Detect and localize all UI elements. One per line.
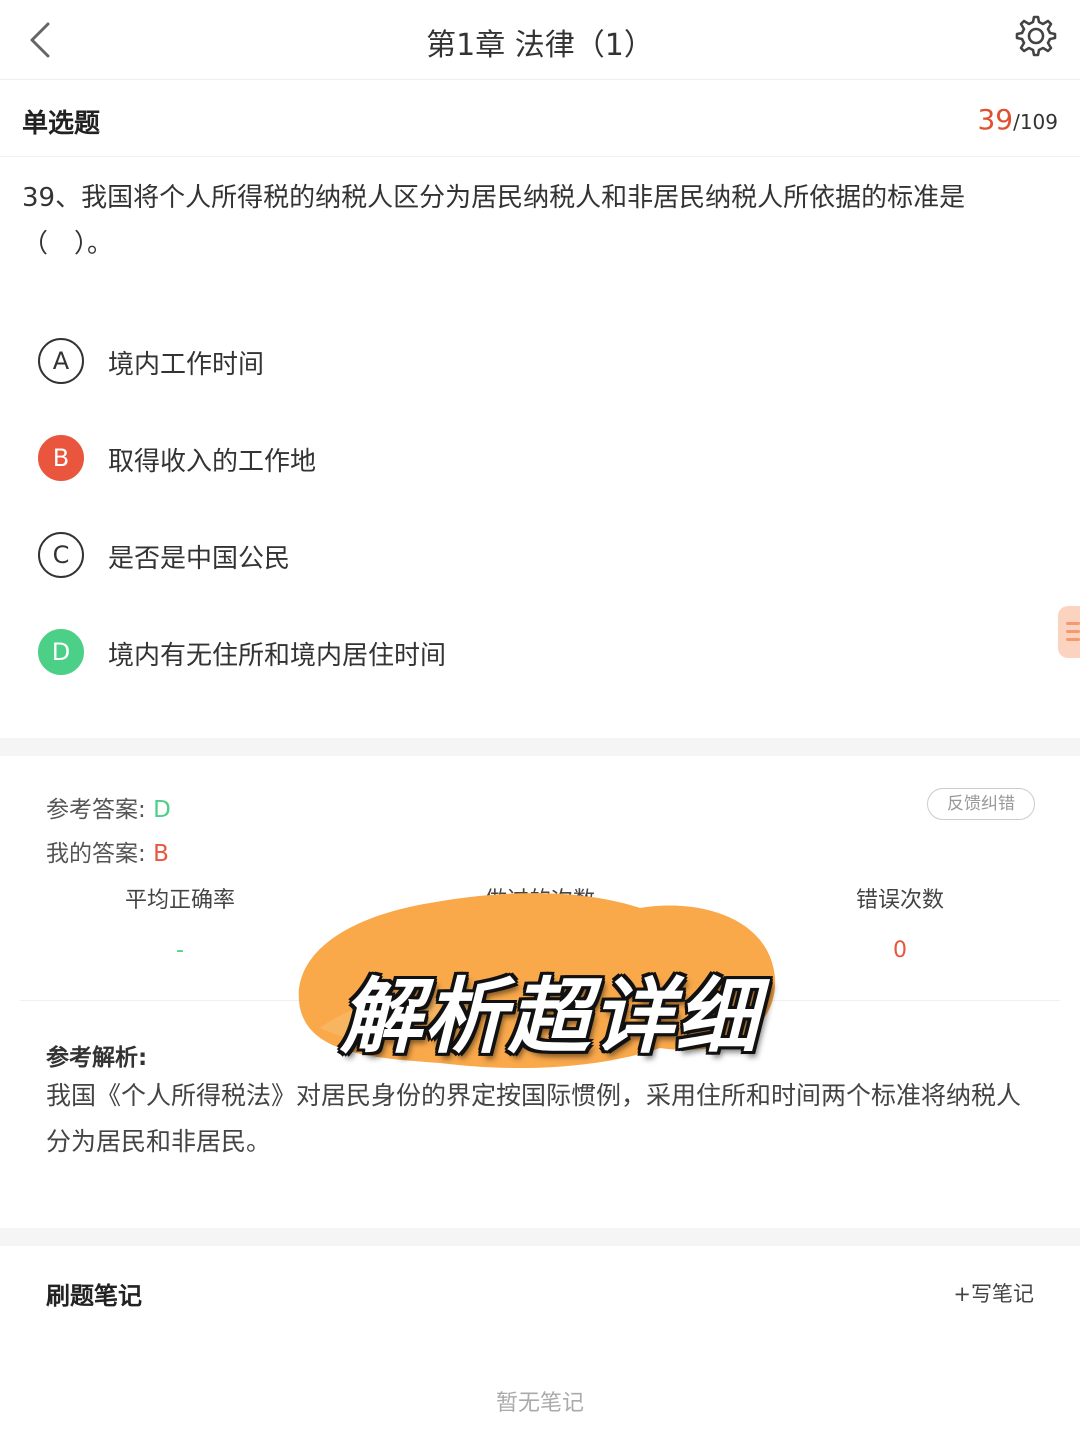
option-text: 是否是中国公民 bbox=[108, 544, 291, 574]
option-letter: D bbox=[38, 629, 84, 675]
avg-accuracy-label: 平均正确率 bbox=[124, 888, 235, 913]
page-title: 第1章 法律（1） bbox=[426, 28, 654, 63]
option-letter: C bbox=[38, 532, 84, 578]
avg-accuracy-value: - bbox=[176, 938, 184, 963]
progress-total: /109 bbox=[1013, 110, 1058, 134]
question-text: 39、我国将个人所得税的纳税人区分为居民纳税人和非居民纳税人所依据的标准是（ ）… bbox=[22, 183, 966, 259]
my-answer-label: 我的答案: bbox=[46, 841, 146, 867]
notes-title: 刷题笔记 bbox=[46, 1282, 142, 1310]
error-count-label: 错误次数 bbox=[855, 888, 944, 913]
feedback-button[interactable]: 反馈纠错 bbox=[927, 788, 1035, 820]
option-letter: A bbox=[38, 338, 84, 384]
list-icon-line bbox=[1066, 638, 1080, 641]
option-c[interactable]: C 是否是中国公民 bbox=[38, 532, 938, 580]
question-progress: 39/109 bbox=[977, 103, 1058, 136]
option-b[interactable]: B 取得收入的工作地 bbox=[38, 435, 938, 483]
section-gap bbox=[0, 1228, 1080, 1246]
write-note-button[interactable]: +写笔记 bbox=[953, 1278, 1034, 1308]
option-text: 境内有无住所和境内居住时间 bbox=[108, 641, 447, 671]
option-letter: B bbox=[38, 435, 84, 481]
list-icon bbox=[1066, 622, 1080, 625]
option-text: 境内工作时间 bbox=[108, 350, 265, 380]
option-a[interactable]: A 境内工作时间 bbox=[38, 338, 938, 386]
option-d[interactable]: D 境内有无住所和境内居住时间 bbox=[38, 629, 938, 677]
question-type-row: 单选题 39/109 bbox=[0, 81, 1080, 157]
reference-answer-label: 参考答案: bbox=[46, 797, 146, 823]
top-bar: 第1章 法律（1） bbox=[0, 0, 1080, 80]
progress-current: 39 bbox=[977, 103, 1014, 136]
side-list-tab[interactable] bbox=[1058, 606, 1080, 658]
settings-button[interactable] bbox=[1014, 14, 1058, 58]
overlay-caption: 解析超详细 bbox=[340, 970, 760, 1065]
reference-answer: 参考答案: D bbox=[46, 790, 171, 824]
gear-icon bbox=[1015, 15, 1057, 57]
question-type-label: 单选题 bbox=[22, 109, 101, 139]
error-count-value: 0 bbox=[893, 938, 907, 963]
my-answer: 我的答案: B bbox=[46, 834, 169, 868]
option-text: 取得收入的工作地 bbox=[108, 447, 317, 477]
analysis-body: 我国《个人所得税法》对居民身份的界定按国际惯例，采用住所和时间两个标准将纳税人分… bbox=[46, 1081, 1022, 1156]
analysis-title: 参考解析: bbox=[46, 1045, 148, 1071]
empty-notes-text: 暂无笔记 bbox=[495, 1391, 584, 1416]
reference-answer-value: D bbox=[153, 797, 171, 823]
my-answer-value: B bbox=[153, 841, 169, 867]
list-icon-line bbox=[1066, 630, 1080, 633]
section-gap bbox=[0, 738, 1080, 756]
